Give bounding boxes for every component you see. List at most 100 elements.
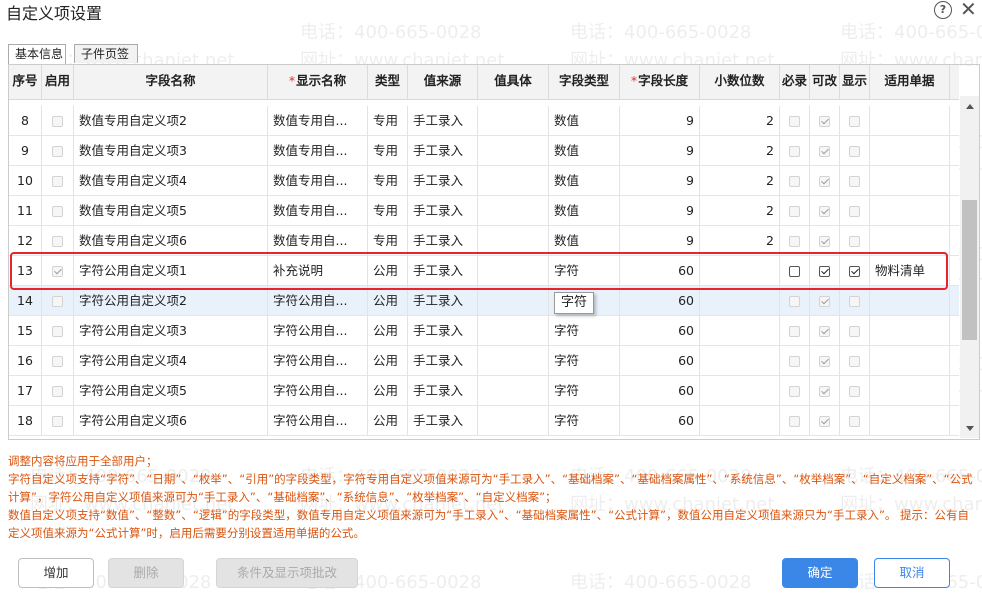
cell-value-source[interactable]: 手工录入	[408, 286, 478, 315]
cell-decimals[interactable]: 2	[700, 106, 780, 135]
cell-decimals[interactable]	[700, 346, 780, 375]
cell-type[interactable]: 公用	[368, 286, 408, 315]
table-row[interactable]: 16 字符公用自定义项4 字符公用自... 公用 手工录入 字符 60	[9, 346, 959, 376]
cell-display-name[interactable]: 数值专用自...	[268, 136, 368, 165]
cell-value-detail[interactable]	[478, 406, 549, 435]
cell-display-name[interactable]: 数值专用自...	[268, 196, 368, 225]
editable-checkbox[interactable]	[819, 326, 830, 337]
cell-value-source[interactable]: 手工录入	[408, 166, 478, 195]
cell-field-type[interactable]: 字符	[549, 316, 620, 345]
table-row[interactable]: 10 数值专用自定义项4 数值专用自... 专用 手工录入 数值 9 2	[9, 166, 959, 196]
cell-decimals[interactable]: 2	[700, 226, 780, 255]
delete-button[interactable]: 删除	[108, 558, 184, 588]
mandatory-checkbox[interactable]	[789, 296, 800, 307]
cell-field-name[interactable]: 数值专用自定义项5	[74, 196, 268, 225]
cell-decimals[interactable]	[700, 376, 780, 405]
cell-decimals[interactable]: 2	[700, 136, 780, 165]
cell-field-name[interactable]: 数值专用自定义项3	[74, 136, 268, 165]
enabled-checkbox[interactable]	[52, 416, 63, 427]
cell-value-detail[interactable]	[478, 196, 549, 225]
cell-value-detail[interactable]	[478, 166, 549, 195]
cell-field-length[interactable]: 9	[620, 166, 700, 195]
cell-field-name[interactable]: 字符公用自定义项6	[74, 406, 268, 435]
cell-applicable-docs[interactable]	[870, 226, 950, 255]
cell-applicable-docs[interactable]	[870, 166, 950, 195]
cell-type[interactable]: 专用	[368, 166, 408, 195]
enabled-checkbox[interactable]	[52, 206, 63, 217]
cell-field-name[interactable]: 数值专用自定义项4	[74, 166, 268, 195]
cell-field-name[interactable]: 字符公用自定义项3	[74, 316, 268, 345]
tab-subpage[interactable]: 子件页签	[74, 44, 138, 63]
cell-field-type[interactable]: 数值	[549, 136, 620, 165]
visible-checkbox[interactable]	[849, 146, 860, 157]
cell-field-length[interactable]: 60	[620, 286, 700, 315]
cell-field-length[interactable]: 60	[620, 316, 700, 345]
add-button[interactable]: 增加	[18, 558, 94, 588]
mandatory-checkbox[interactable]	[789, 206, 800, 217]
mandatory-checkbox[interactable]	[789, 356, 800, 367]
batch-edit-button[interactable]: 条件及显示项批改	[216, 558, 358, 588]
cell-display-name[interactable]: 字符公用自...	[268, 316, 368, 345]
editable-checkbox[interactable]	[819, 386, 830, 397]
editable-checkbox[interactable]	[819, 146, 830, 157]
ok-button[interactable]: 确定	[782, 558, 858, 588]
visible-checkbox[interactable]	[849, 416, 860, 427]
cell-applicable-docs[interactable]	[870, 376, 950, 405]
cell-type[interactable]: 专用	[368, 136, 408, 165]
editable-checkbox[interactable]	[819, 206, 830, 217]
vertical-scrollbar[interactable]	[960, 96, 979, 438]
cell-field-name[interactable]: 字符公用自定义项4	[74, 346, 268, 375]
enabled-checkbox[interactable]	[52, 236, 63, 247]
cell-display-name[interactable]: 数值专用自...	[268, 106, 368, 135]
table-row[interactable]: 8 数值专用自定义项2 数值专用自... 专用 手工录入 数值 9 2	[9, 106, 959, 136]
cell-value-source[interactable]: 手工录入	[408, 226, 478, 255]
visible-checkbox[interactable]	[849, 386, 860, 397]
cell-value-detail[interactable]	[478, 346, 549, 375]
cell-field-name[interactable]: 字符公用自定义项5	[74, 376, 268, 405]
cell-value-source[interactable]: 手工录入	[408, 406, 478, 435]
enabled-checkbox[interactable]	[52, 326, 63, 337]
cell-field-type[interactable]: 字符	[549, 346, 620, 375]
cell-field-type[interactable]: 数值	[549, 166, 620, 195]
visible-checkbox[interactable]	[849, 206, 860, 217]
cell-value-detail[interactable]	[478, 136, 549, 165]
enabled-checkbox[interactable]	[52, 296, 63, 307]
cell-field-length[interactable]: 60	[620, 406, 700, 435]
mandatory-checkbox[interactable]	[789, 176, 800, 187]
table-row[interactable]: 18 字符公用自定义项6 字符公用自... 公用 手工录入 字符 60	[9, 406, 959, 436]
cell-field-length[interactable]: 9	[620, 196, 700, 225]
cell-type[interactable]: 专用	[368, 196, 408, 225]
cell-applicable-docs[interactable]	[870, 316, 950, 345]
cell-decimals[interactable]	[700, 286, 780, 315]
visible-checkbox[interactable]	[849, 176, 860, 187]
editable-checkbox[interactable]	[819, 116, 830, 127]
cell-value-source[interactable]: 手工录入	[408, 136, 478, 165]
cell-field-type[interactable]: 数值	[549, 106, 620, 135]
cell-type[interactable]: 公用	[368, 316, 408, 345]
cell-field-length[interactable]: 60	[620, 346, 700, 375]
cell-value-source[interactable]: 手工录入	[408, 196, 478, 225]
cell-decimals[interactable]: 2	[700, 166, 780, 195]
mandatory-checkbox[interactable]	[789, 116, 800, 127]
cell-field-type[interactable]: 字符	[549, 376, 620, 405]
cell-value-detail[interactable]	[478, 106, 549, 135]
cell-type[interactable]: 专用	[368, 106, 408, 135]
cell-value-source[interactable]: 手工录入	[408, 106, 478, 135]
cell-field-length[interactable]: 9	[620, 226, 700, 255]
scroll-up-icon[interactable]	[966, 104, 974, 109]
tab-basic-info[interactable]: 基本信息	[8, 44, 66, 64]
cell-type[interactable]: 专用	[368, 226, 408, 255]
table-row[interactable]: 17 字符公用自定义项5 字符公用自... 公用 手工录入 字符 60	[9, 376, 959, 406]
cell-display-name[interactable]: 数值专用自...	[268, 166, 368, 195]
cell-field-name[interactable]: 数值专用自定义项6	[74, 226, 268, 255]
cell-display-name[interactable]: 字符公用自...	[268, 286, 368, 315]
visible-checkbox[interactable]	[849, 116, 860, 127]
cell-decimals[interactable]	[700, 406, 780, 435]
cell-decimals[interactable]: 2	[700, 196, 780, 225]
cell-field-length[interactable]: 9	[620, 106, 700, 135]
cell-applicable-docs[interactable]	[870, 196, 950, 225]
cell-field-length[interactable]: 60	[620, 376, 700, 405]
cell-value-detail[interactable]	[478, 316, 549, 345]
cell-display-name[interactable]: 字符公用自...	[268, 346, 368, 375]
cancel-button[interactable]: 取消	[874, 558, 950, 588]
